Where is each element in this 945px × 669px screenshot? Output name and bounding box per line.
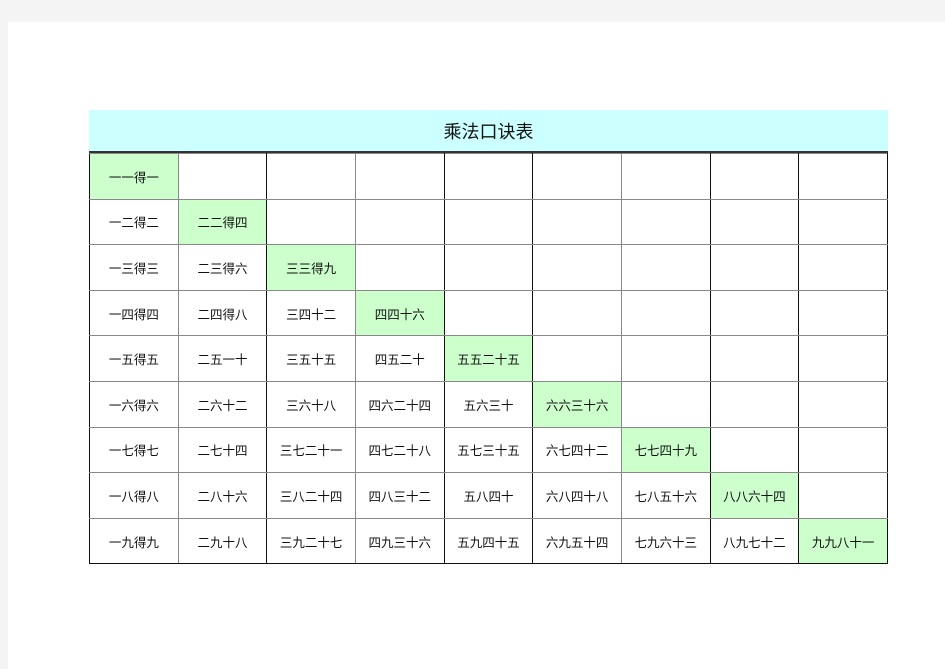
table-cell[interactable]: 一九得九	[89, 517, 179, 565]
empty-cell[interactable]	[709, 426, 800, 474]
table-cell[interactable]: 三七二十一	[266, 426, 356, 474]
empty-cell[interactable]	[709, 198, 800, 246]
table-cell[interactable]: 二三得六	[177, 244, 268, 291]
empty-cell[interactable]	[532, 335, 622, 382]
table-cell[interactable]: 五九四十五	[443, 517, 534, 565]
empty-cell[interactable]	[709, 335, 800, 382]
table-cell[interactable]: 六九五十四	[532, 517, 622, 565]
table-row: 一六得六 二六十二 三六十八 四六二十四 五六三十 六六三十六	[89, 380, 888, 428]
diagonal-cell[interactable]: 六六三十六	[532, 380, 622, 428]
empty-cell[interactable]	[620, 335, 711, 382]
table-cell[interactable]: 三五十五	[266, 335, 356, 382]
table-cell[interactable]: 七八五十六	[620, 472, 711, 519]
empty-cell[interactable]	[798, 380, 888, 428]
table-cell[interactable]: 二四得八	[177, 289, 268, 337]
table-cell[interactable]: 二六十二	[177, 380, 268, 428]
diagonal-cell[interactable]: 三三得九	[266, 244, 356, 291]
table-cell[interactable]: 七九六十三	[620, 517, 711, 565]
table-cell[interactable]: 一三得三	[89, 244, 179, 291]
table-cell[interactable]: 六七四十二	[532, 426, 622, 474]
table-cell[interactable]: 三九二十七	[266, 517, 356, 565]
table-cell[interactable]: 一四得四	[89, 289, 179, 337]
empty-cell[interactable]	[266, 153, 356, 200]
table-cell[interactable]: 三八二十四	[266, 472, 356, 519]
table-cell[interactable]: 八九七十二	[709, 517, 800, 565]
table-row: 一五得五 二五一十 三五十五 四五二十 五五二十五	[89, 335, 888, 382]
diagonal-cell[interactable]: 一一得一	[89, 153, 179, 200]
table-cell[interactable]: 四五二十	[354, 335, 445, 382]
diagonal-cell[interactable]: 九九八十一	[798, 517, 888, 565]
table-cell[interactable]: 一七得七	[89, 426, 179, 474]
empty-cell[interactable]	[798, 198, 888, 246]
empty-cell[interactable]	[266, 198, 356, 246]
empty-cell[interactable]	[354, 244, 445, 291]
empty-cell[interactable]	[798, 289, 888, 337]
empty-cell[interactable]	[620, 198, 711, 246]
table-row: 一三得三 二三得六 三三得九	[89, 244, 888, 291]
empty-cell[interactable]	[709, 244, 800, 291]
empty-cell[interactable]	[354, 198, 445, 246]
empty-cell[interactable]	[443, 289, 534, 337]
table-row: 一四得四 二四得八 三四十二 四四十六	[89, 289, 888, 337]
table-cell[interactable]: 四七二十八	[354, 426, 445, 474]
empty-cell[interactable]	[532, 198, 622, 246]
table-cell[interactable]: 六八四十八	[532, 472, 622, 519]
empty-cell[interactable]	[709, 153, 800, 200]
empty-cell[interactable]	[620, 380, 711, 428]
empty-cell[interactable]	[798, 153, 888, 200]
table-cell[interactable]: 四九三十六	[354, 517, 445, 565]
table-cell[interactable]: 二五一十	[177, 335, 268, 382]
diagonal-cell[interactable]: 七七四十九	[620, 426, 711, 474]
table-cell[interactable]: 五七三十五	[443, 426, 534, 474]
table-cell[interactable]: 二八十六	[177, 472, 268, 519]
table-title: 乘法口诀表	[89, 110, 888, 153]
table-cell[interactable]: 五六三十	[443, 380, 534, 428]
empty-cell[interactable]	[798, 472, 888, 519]
diagonal-cell[interactable]: 八八六十四	[709, 472, 800, 519]
table-cell[interactable]: 三六十八	[266, 380, 356, 428]
diagonal-cell[interactable]: 四四十六	[354, 289, 445, 337]
table-row: 一九得九 二九十八 三九二十七 四九三十六 五九四十五 六九五十四 七九六十三 八九七十二 九九…	[89, 517, 888, 565]
empty-cell[interactable]	[443, 198, 534, 246]
document-page: 乘法口诀表 一一得一 一二得二 二二得四 一三得三 二三得六 三三得九 一四得四 二四得八 三四…	[8, 22, 945, 669]
table-cell[interactable]: 五八四十	[443, 472, 534, 519]
multiplication-table-sheet: 乘法口诀表 一一得一 一二得二 二二得四 一三得三 二三得六 三三得九 一四得四 二四得八 三四…	[89, 110, 888, 565]
table-cell[interactable]: 二九十八	[177, 517, 268, 565]
empty-cell[interactable]	[443, 244, 534, 291]
table-row: 一一得一	[89, 153, 888, 200]
empty-cell[interactable]	[532, 153, 622, 200]
table-cell[interactable]: 一二得二	[89, 198, 179, 246]
empty-cell[interactable]	[798, 426, 888, 474]
empty-cell[interactable]	[709, 380, 800, 428]
diagonal-cell[interactable]: 五五二十五	[443, 335, 534, 382]
empty-cell[interactable]	[620, 289, 711, 337]
multiplication-table: 一一得一 一二得二 二二得四 一三得三 二三得六 三三得九 一四得四 二四得八 三四十二 四四十六…	[89, 153, 888, 565]
table-cell[interactable]: 一六得六	[89, 380, 179, 428]
empty-cell[interactable]	[798, 335, 888, 382]
table-cell[interactable]: 三四十二	[266, 289, 356, 337]
table-row: 一二得二 二二得四	[89, 198, 888, 246]
empty-cell[interactable]	[620, 244, 711, 291]
empty-cell[interactable]	[443, 153, 534, 200]
table-cell[interactable]: 四六二十四	[354, 380, 445, 428]
empty-cell[interactable]	[532, 244, 622, 291]
diagonal-cell[interactable]: 二二得四	[177, 198, 268, 246]
empty-cell[interactable]	[177, 153, 268, 200]
empty-cell[interactable]	[532, 289, 622, 337]
empty-cell[interactable]	[354, 153, 445, 200]
empty-cell[interactable]	[709, 289, 800, 337]
table-row: 一八得八 二八十六 三八二十四 四八三十二 五八四十 六八四十八 七八五十六 八八六十四	[89, 472, 888, 519]
empty-cell[interactable]	[620, 153, 711, 200]
table-cell[interactable]: 一五得五	[89, 335, 179, 382]
table-row: 一七得七 二七十四 三七二十一 四七二十八 五七三十五 六七四十二 七七四十九	[89, 426, 888, 474]
table-cell[interactable]: 一八得八	[89, 472, 179, 519]
table-cell[interactable]: 二七十四	[177, 426, 268, 474]
table-cell[interactable]: 四八三十二	[354, 472, 445, 519]
empty-cell[interactable]	[798, 244, 888, 291]
